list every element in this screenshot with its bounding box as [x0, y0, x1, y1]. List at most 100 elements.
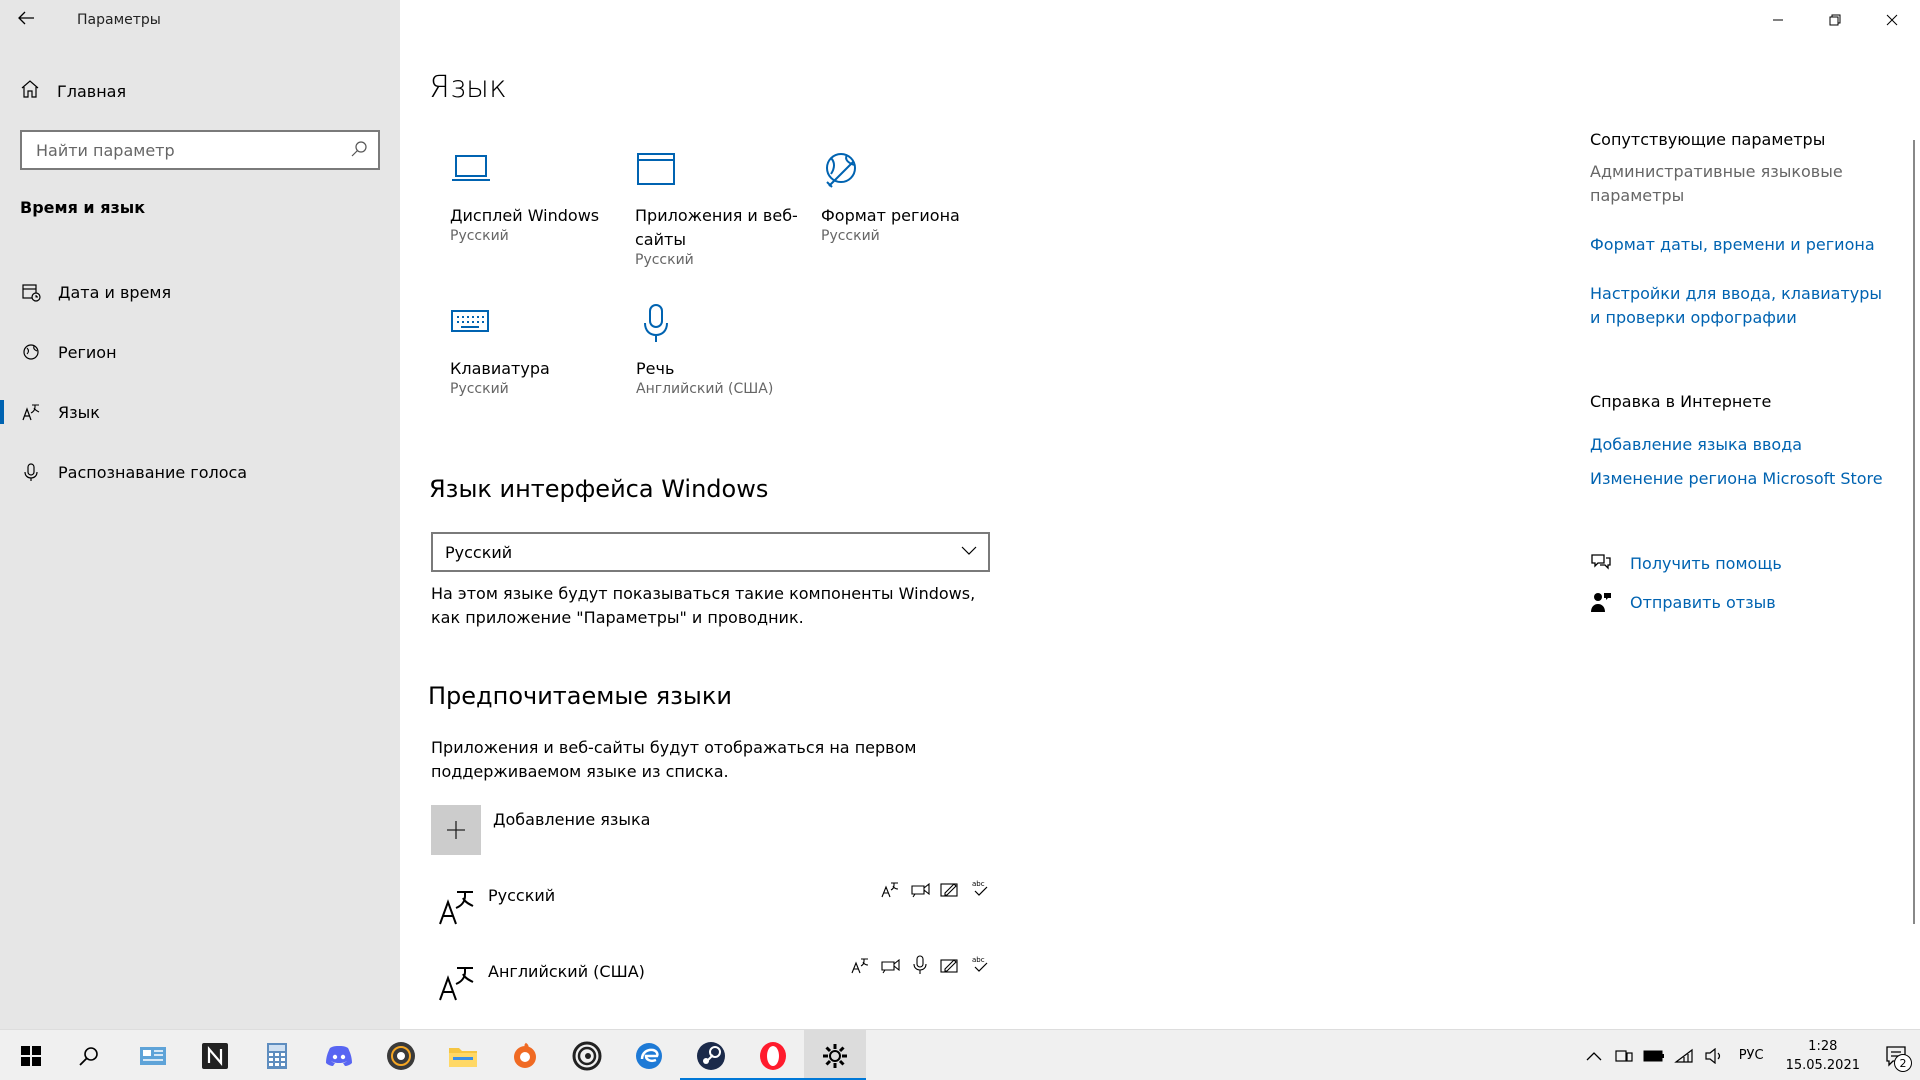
taskbar-app-settings[interactable] [804, 1030, 866, 1080]
language-row-english-us[interactable]: Английский (США) abc [431, 954, 991, 1014]
taskbar-clock[interactable]: 1:28 15.05.2021 [1774, 1037, 1872, 1075]
feedback-person-icon [1590, 591, 1612, 613]
spellcheck-icon: abc [969, 954, 991, 976]
keyboard-icon [450, 303, 630, 353]
sidebar-item-language[interactable]: Язык [0, 382, 400, 442]
preferred-languages-description: Приложения и веб-сайты будут отображатьс… [431, 738, 917, 781]
sidebar-item-label: Регион [58, 342, 117, 362]
sidebar-item-label: Язык [58, 402, 100, 422]
home-label: Главная [57, 81, 127, 101]
home-nav-item[interactable]: Главная [20, 80, 126, 102]
sidebar-item-speech[interactable]: Распознавание голоса [0, 442, 400, 502]
show-hidden-icons-button[interactable] [1579, 1030, 1609, 1080]
text-to-speech-icon [879, 954, 901, 976]
chevron-down-icon [960, 541, 978, 563]
calculator-icon [267, 1042, 287, 1069]
get-help-link[interactable]: Получить помощь [1590, 552, 1782, 574]
opera-icon [760, 1041, 786, 1070]
language-name: Английский (США) [488, 962, 645, 981]
tray-battery[interactable] [1639, 1030, 1669, 1080]
display-language-icon [879, 878, 901, 900]
tile-name: Речь [636, 359, 675, 378]
taskbar-app-control-panel[interactable] [122, 1030, 184, 1080]
main-content: Язык Дисплей Windows Русский Приложения … [400, 0, 1920, 1029]
tile-region-format[interactable]: Формат региона Русский [821, 150, 1001, 244]
tile-keyboard[interactable]: Клавиатура Русский [450, 303, 630, 397]
link-date-time-region-format[interactable]: Формат даты, времени и региона [1590, 233, 1890, 257]
laptop-icon [450, 150, 630, 200]
chat-help-icon [1590, 552, 1612, 574]
nav-list: Дата и время Регион Язык Распознавание г… [0, 262, 400, 502]
search-input[interactable] [22, 132, 342, 168]
add-language-button[interactable]: Добавление языка [431, 805, 650, 855]
taskbar-app-music-player[interactable] [370, 1030, 432, 1080]
language-row-russian[interactable]: Русский abc [431, 878, 991, 938]
tile-apps-websites[interactable]: Приложения и веб-сайты Русский [635, 150, 815, 268]
action-center-button[interactable]: 2 [1872, 1030, 1920, 1080]
browser-window-icon [635, 150, 815, 200]
minimize-button[interactable] [1749, 0, 1806, 40]
taskbar-search-button[interactable] [58, 1030, 120, 1080]
tray-device-icon[interactable] [1609, 1030, 1639, 1080]
link-typing-keyboard-spelling[interactable]: Настройки для ввода, клавиатуры и провер… [1590, 282, 1890, 330]
tile-sub: Русский [821, 228, 880, 244]
microphone-icon [20, 461, 42, 483]
title-bar: Параметры [0, 0, 400, 40]
taskbar-app-calculator[interactable] [246, 1030, 308, 1080]
tile-name: Клавиатура [450, 359, 550, 378]
system-tray: РУС 1:28 15.05.2021 2 [1579, 1030, 1920, 1080]
tile-sub: Русский [450, 228, 509, 244]
tile-name: Приложения и веб-сайты [635, 206, 798, 249]
notion-icon [202, 1042, 228, 1069]
display-language-dropdown[interactable]: Русский [431, 532, 990, 572]
control-panel-icon [140, 1046, 166, 1065]
windows-start-icon [21, 1045, 41, 1066]
discord-icon [326, 1045, 352, 1066]
tile-speech[interactable]: Речь Английский (США) [636, 303, 816, 397]
music-player-icon [387, 1041, 415, 1070]
restore-button[interactable] [1806, 0, 1863, 40]
file-explorer-icon [449, 1047, 477, 1067]
tile-windows-display[interactable]: Дисплей Windows Русский [450, 150, 630, 244]
taskbar-app-discord[interactable] [308, 1030, 370, 1080]
search-icon[interactable] [350, 140, 370, 160]
link-add-input-language[interactable]: Добавление языка ввода [1590, 433, 1890, 457]
send-feedback-link[interactable]: Отправить отзыв [1590, 591, 1776, 613]
sidebar-item-region[interactable]: Регион [0, 322, 400, 382]
sidebar: Параметры Главная Время и язык Дата и вр… [0, 0, 400, 1029]
steam-icon [697, 1041, 725, 1070]
close-button[interactable] [1863, 0, 1920, 40]
input-language-indicator[interactable]: РУС [1729, 1048, 1774, 1063]
scrollbar[interactable] [1913, 140, 1915, 924]
start-button[interactable] [0, 1030, 62, 1080]
taskbar-app-file-explorer[interactable] [432, 1030, 494, 1080]
globe-icon [20, 341, 42, 363]
link-change-store-region[interactable]: Изменение региона Microsoft Store [1590, 467, 1890, 491]
text-to-speech-icon [909, 878, 931, 900]
notification-count-badge: 2 [1894, 1054, 1912, 1072]
taskbar-app-ubisoft[interactable] [556, 1030, 618, 1080]
taskbar-app-steam[interactable] [680, 1030, 742, 1080]
page-title: Язык [429, 70, 507, 105]
tile-name: Формат региона [821, 206, 960, 225]
taskbar-app-opera[interactable] [742, 1030, 804, 1080]
clock-time: 1:28 [1808, 1038, 1838, 1054]
search-box[interactable] [20, 130, 380, 170]
back-arrow-icon [18, 11, 34, 25]
taskbar-app-browser-orange[interactable] [494, 1030, 556, 1080]
tray-volume[interactable] [1699, 1030, 1729, 1080]
handwriting-icon [939, 954, 961, 976]
taskbar-app-notion[interactable] [184, 1030, 246, 1080]
language-icon [437, 962, 477, 1002]
tile-sub: Английский (США) [636, 381, 774, 397]
home-icon [20, 79, 42, 103]
tray-wifi[interactable] [1669, 1030, 1699, 1080]
clock-date: 15.05.2021 [1785, 1057, 1860, 1073]
taskbar-app-edge[interactable] [618, 1030, 680, 1080]
sidebar-item-date-time[interactable]: Дата и время [0, 262, 400, 322]
language-icon [20, 401, 42, 423]
edge-icon [636, 1042, 662, 1069]
back-button[interactable] [16, 8, 40, 32]
globe-format-icon [821, 150, 1001, 200]
language-features: abc [849, 954, 991, 976]
